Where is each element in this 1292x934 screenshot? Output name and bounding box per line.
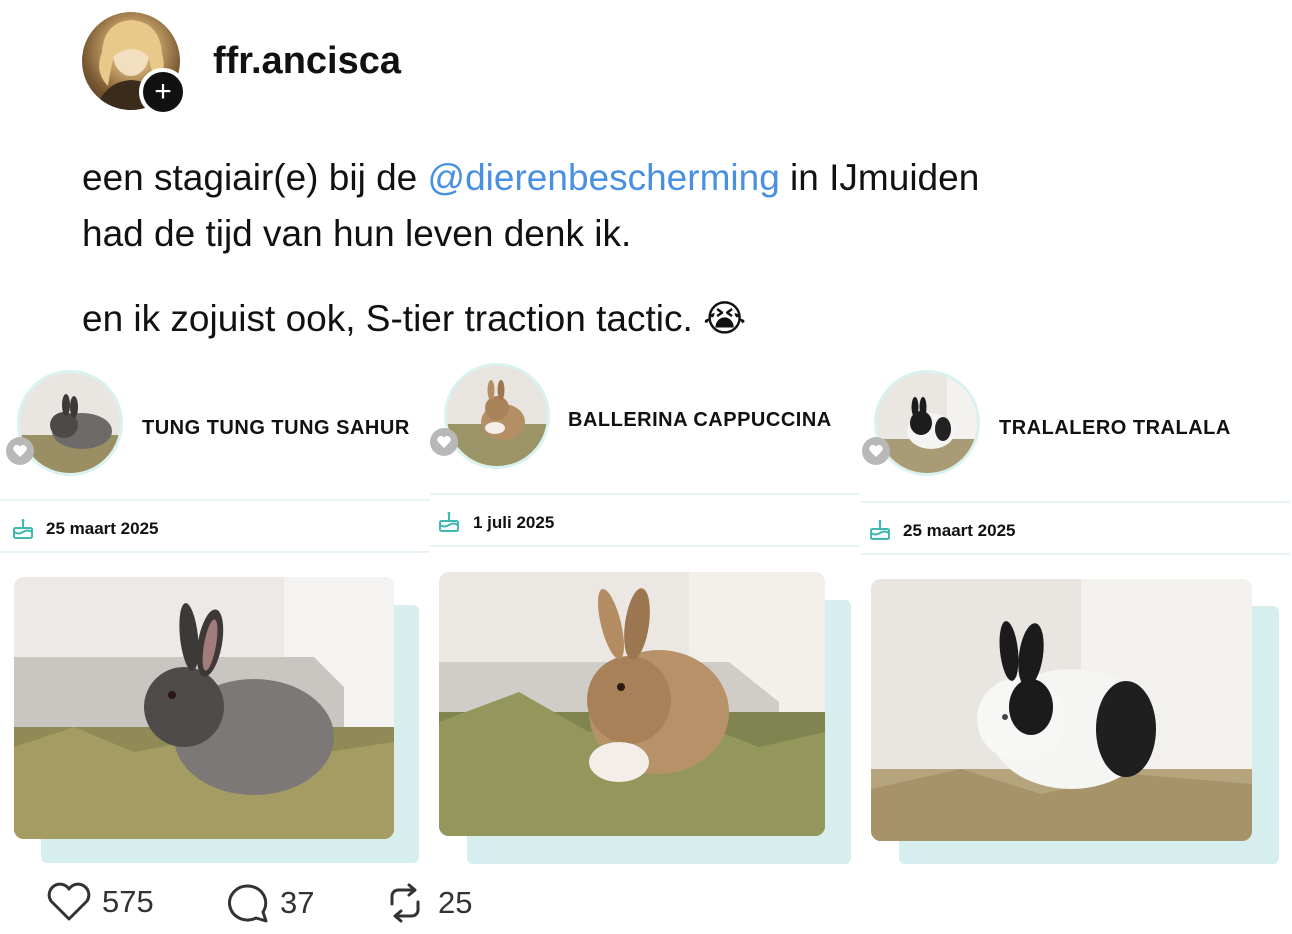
comment-button[interactable]: 37 [226, 882, 314, 924]
rabbit-card[interactable]: TUNG TUNG TUNG SAHUR 25 maart 2025 [0, 355, 430, 875]
mention-link[interactable]: @dierenbescherming [428, 157, 780, 198]
divider [0, 499, 430, 501]
heart-icon [47, 882, 91, 921]
comment-icon [228, 884, 268, 923]
divider [0, 551, 430, 553]
repost-count: 25 [438, 885, 473, 920]
favorite-badge[interactable] [862, 437, 890, 465]
rabbit-thumbnail [444, 363, 550, 469]
comment-count: 37 [280, 885, 315, 920]
divider [430, 545, 860, 547]
divider [860, 501, 1290, 503]
heart-icon [13, 445, 27, 457]
post-text-line-2: had de tijd van hun leven denk ik. [82, 213, 632, 254]
rabbit-name: TUNG TUNG TUNG SAHUR [142, 417, 410, 439]
username[interactable]: ffr.ancisca [213, 40, 401, 83]
heart-icon [869, 445, 883, 457]
repost-button[interactable]: 25 [382, 882, 472, 924]
favorite-badge[interactable] [6, 437, 34, 465]
rabbit-photo[interactable] [14, 577, 394, 839]
repost-icon [390, 883, 420, 923]
like-count: 575 [102, 884, 154, 919]
divider [860, 553, 1290, 555]
rabbit-card[interactable]: BALLERINA CAPPUCCINA 1 juli 2025 [430, 355, 860, 875]
rabbit-name: BALLERINA CAPPUCCINA [568, 409, 832, 431]
post-text-line-3: en ik zojuist ook, S-tier traction tacti… [82, 297, 747, 340]
rabbit-photo[interactable] [439, 572, 825, 836]
cake-icon [13, 519, 33, 539]
post-text-line-1: een stagiair(e) bij de @dierenbeschermin… [82, 157, 980, 198]
cake-icon [870, 520, 890, 540]
heart-icon [437, 436, 451, 448]
rabbit-thumbnail [17, 370, 123, 476]
birth-date: 25 maart 2025 [903, 521, 1016, 540]
rabbit-photo[interactable] [871, 579, 1252, 841]
birth-date: 25 maart 2025 [46, 519, 159, 538]
birth-date: 1 juli 2025 [473, 513, 555, 532]
divider [430, 493, 860, 495]
follow-button[interactable]: + [139, 68, 187, 116]
rabbit-card[interactable]: TRALALERO TRALALA 25 maart 2025 [860, 355, 1290, 875]
crying-emoji: 😭 [703, 297, 747, 340]
like-button[interactable]: 575 [46, 882, 154, 922]
rabbit-name: TRALALERO TRALALA [999, 417, 1231, 439]
favorite-badge[interactable] [430, 428, 458, 456]
plus-icon: + [154, 75, 172, 108]
rabbit-thumbnail [874, 370, 980, 476]
cake-icon [439, 512, 459, 532]
